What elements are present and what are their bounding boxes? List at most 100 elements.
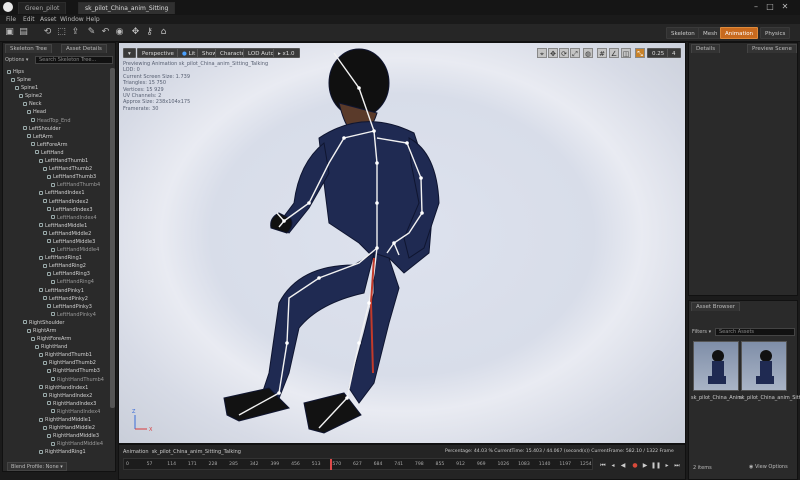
- options-dropdown[interactable]: Options ▾: [5, 56, 28, 64]
- blend-profile-dropdown[interactable]: Blend Profile: None ▾: [7, 462, 67, 471]
- bone-row[interactable]: RightArm: [5, 327, 109, 335]
- asset-thumbnail[interactable]: [693, 341, 739, 391]
- bone-row[interactable]: LeftHandRing3: [5, 270, 109, 278]
- tab-details[interactable]: Details: [691, 44, 721, 53]
- view-options-button[interactable]: ◉ View Options: [749, 464, 788, 470]
- bone-row[interactable]: RightHandMiddle3: [5, 432, 109, 440]
- bone-row[interactable]: LeftHandRing2: [5, 262, 109, 270]
- menu-asset[interactable]: Asset: [40, 15, 56, 24]
- bone-row[interactable]: RightForeArm: [5, 335, 109, 343]
- bone-row[interactable]: RightHandMiddle4: [5, 440, 109, 448]
- bone-row[interactable]: LeftHandMiddle4: [5, 246, 109, 254]
- bone-row[interactable]: RightHandIndex2: [5, 392, 109, 400]
- minimize-button[interactable]: –: [750, 2, 762, 12]
- bone-row[interactable]: LeftHand: [5, 149, 109, 157]
- bone-row[interactable]: LeftHandIndex2: [5, 198, 109, 206]
- bone-row[interactable]: RightHandThumb4: [5, 376, 109, 384]
- bone-row[interactable]: LeftHandPinky4: [5, 311, 109, 319]
- undo-icon[interactable]: ↶: [100, 27, 111, 38]
- skeleton-search-input[interactable]: Search Skeleton Tree...: [35, 56, 113, 64]
- skip-start-button[interactable]: ⏮: [599, 462, 607, 470]
- bone-row[interactable]: Hips: [5, 68, 109, 76]
- scrub-track[interactable]: 0 57 114 171 228 285 342 399 456 513 570 627 684 741 7…: [123, 458, 593, 470]
- menu-window[interactable]: Window: [60, 15, 84, 24]
- bone-row[interactable]: RightHandThumb2: [5, 359, 109, 367]
- bone-row[interactable]: LeftHandMiddle1: [5, 222, 109, 230]
- bone-row[interactable]: HeadTop_End: [5, 117, 109, 125]
- record-button[interactable]: ●: [631, 462, 639, 470]
- mode-animation-button[interactable]: Animation: [720, 27, 759, 39]
- step-forward-button[interactable]: ▸: [663, 462, 671, 470]
- play-button[interactable]: ▶: [641, 462, 649, 470]
- bone-row[interactable]: LeftHandPinky1: [5, 287, 109, 295]
- bone-row[interactable]: LeftHandPinky2: [5, 295, 109, 303]
- bone-row[interactable]: LeftHandIndex4: [5, 214, 109, 222]
- bone-row[interactable]: RightHandIndex1: [5, 384, 109, 392]
- bone-row[interactable]: LeftHandMiddle3: [5, 238, 109, 246]
- tab-asset-details[interactable]: Asset Details: [61, 44, 107, 53]
- play-reverse-button[interactable]: ◀: [619, 462, 627, 470]
- playhead[interactable]: [330, 459, 333, 470]
- bone-row[interactable]: RightHandRing1: [5, 448, 109, 456]
- create-asset-icon[interactable]: ✎: [86, 27, 97, 38]
- skip-end-button[interactable]: ⏭: [673, 462, 681, 470]
- compress-icon[interactable]: ⬚: [56, 27, 67, 38]
- export-icon[interactable]: ⇪: [70, 27, 81, 38]
- bone-row[interactable]: LeftHandRing4: [5, 278, 109, 286]
- tree-scrollbar[interactable]: [110, 68, 115, 408]
- bone-row[interactable]: LeftShoulder: [5, 125, 109, 133]
- asset-thumbnail[interactable]: [741, 341, 787, 391]
- bone-row[interactable]: LeftForeArm: [5, 141, 109, 149]
- menu-edit[interactable]: Edit: [23, 15, 35, 24]
- tab-asset-browser[interactable]: Asset Browser: [691, 302, 741, 311]
- bone-row[interactable]: Spine2: [5, 92, 109, 100]
- step-back-button[interactable]: ◂: [609, 462, 617, 470]
- bone-row[interactable]: LeftHandThumb4: [5, 181, 109, 189]
- tab-preview-scene[interactable]: Preview Scene: [747, 44, 797, 53]
- bone-row[interactable]: LeftArm: [5, 133, 109, 141]
- tab-animation-asset[interactable]: sk_pilot_China_anim_Sitting: [78, 2, 176, 14]
- bone-row[interactable]: LeftHandThumb1: [5, 157, 109, 165]
- bone-row[interactable]: RightHandThumb3: [5, 367, 109, 375]
- close-button[interactable]: ✕: [779, 2, 791, 12]
- bone-row[interactable]: RightHandThumb1: [5, 351, 109, 359]
- transform-icon[interactable]: ✥: [130, 27, 141, 38]
- bone-row[interactable]: LeftHandIndex3: [5, 206, 109, 214]
- bone-row[interactable]: Spine1: [5, 84, 109, 92]
- mode-skeleton-button[interactable]: Skeleton: [666, 27, 700, 39]
- bone-row[interactable]: RightHand: [5, 343, 109, 351]
- pause-button[interactable]: ❚❚: [651, 462, 661, 470]
- bone-row[interactable]: LeftHandPinky3: [5, 303, 109, 311]
- browse-icon[interactable]: ▤: [18, 27, 29, 38]
- asset-search-input[interactable]: Search Assets: [715, 328, 795, 336]
- bone-row[interactable]: LeftHandThumb3: [5, 173, 109, 181]
- mode-physics-button[interactable]: Physics: [760, 27, 791, 39]
- viewport[interactable]: ▾ Perspective ● Lit Show Character LOD A…: [118, 42, 686, 444]
- bone-label: LeftHandRing3: [53, 271, 90, 278]
- bone-row[interactable]: RightShoulder: [5, 319, 109, 327]
- menu-help[interactable]: Help: [86, 15, 100, 24]
- filters-dropdown[interactable]: Filters ▾: [692, 329, 711, 335]
- key-icon[interactable]: ⚷: [144, 27, 155, 38]
- bone-row[interactable]: LeftHandRing1: [5, 254, 109, 262]
- bone-row[interactable]: RightHandMiddle2: [5, 424, 109, 432]
- bone-row[interactable]: Spine: [5, 76, 109, 84]
- bone-row[interactable]: Neck: [5, 100, 109, 108]
- bone-row[interactable]: RightHandIndex3: [5, 400, 109, 408]
- bone-row[interactable]: Head: [5, 108, 109, 116]
- record-icon[interactable]: ◉: [114, 27, 125, 38]
- mode-mesh-button[interactable]: Mesh: [698, 27, 723, 39]
- menu-file[interactable]: File: [6, 15, 16, 24]
- apply-icon[interactable]: ⌂: [158, 27, 169, 38]
- mode-label: Physics: [765, 31, 786, 37]
- save-icon[interactable]: ▣: [4, 27, 15, 38]
- bone-row[interactable]: LeftHandThumb2: [5, 165, 109, 173]
- reimport-icon[interactable]: ⟲: [42, 27, 53, 38]
- bone-row[interactable]: LeftHandMiddle2: [5, 230, 109, 238]
- tab-skeleton-tree[interactable]: Skeleton Tree: [5, 44, 52, 53]
- maximize-button[interactable]: □: [764, 2, 776, 12]
- bone-row[interactable]: RightHandMiddle1: [5, 416, 109, 424]
- tab-green-pilot[interactable]: Green_pilot: [18, 2, 67, 14]
- bone-row[interactable]: LeftHandIndex1: [5, 189, 109, 197]
- bone-row[interactable]: RightHandIndex4: [5, 408, 109, 416]
